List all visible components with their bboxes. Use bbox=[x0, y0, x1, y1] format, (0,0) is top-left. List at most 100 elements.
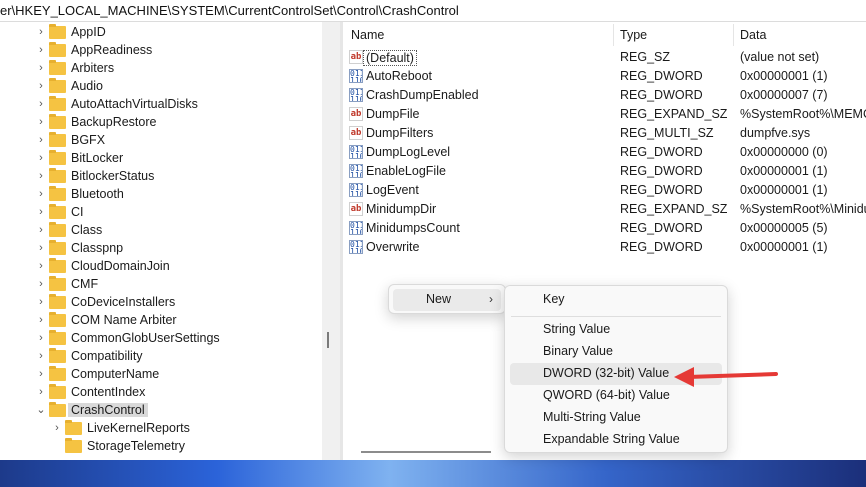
submenu-item-binary-value[interactable]: Binary Value bbox=[510, 341, 722, 363]
folder-icon bbox=[49, 60, 66, 75]
chevron-right-icon[interactable]: › bbox=[36, 279, 46, 290]
tree-item[interactable]: › COM Name Arbiter bbox=[0, 312, 322, 330]
tree-item-label: AppID bbox=[71, 25, 106, 39]
chevron-right-icon[interactable]: › bbox=[36, 117, 46, 128]
tree-item[interactable]: › BackupRestore bbox=[0, 114, 322, 132]
table-row[interactable]: 011 110EnableLogFile REG_DWORD 0x00000001 … bbox=[343, 162, 866, 181]
cell-name: LogEvent bbox=[366, 183, 419, 197]
chevron-down-icon[interactable]: ⌄ bbox=[36, 405, 46, 416]
tree-item[interactable]: › AppID bbox=[0, 24, 322, 42]
desktop-wallpaper-strip bbox=[0, 460, 866, 487]
column-header-data[interactable]: Data bbox=[740, 28, 766, 42]
chevron-right-icon[interactable]: › bbox=[36, 189, 46, 200]
chevron-right-icon[interactable]: › bbox=[36, 81, 46, 92]
chevron-right-icon[interactable]: › bbox=[36, 153, 46, 164]
folder-icon bbox=[49, 402, 66, 417]
submenu-item-key[interactable]: Key bbox=[510, 289, 722, 311]
column-header-type[interactable]: Type bbox=[620, 28, 647, 42]
chevron-right-icon[interactable]: › bbox=[36, 369, 46, 380]
table-row[interactable]: ab (Default) REG_SZ (value not set) bbox=[343, 48, 866, 67]
cell-type: REG_DWORD bbox=[620, 183, 703, 197]
tree-item-label: Arbiters bbox=[71, 61, 115, 75]
cell-type: REG_DWORD bbox=[620, 88, 703, 102]
tree-scrollbar-thumb[interactable] bbox=[327, 332, 329, 348]
table-row[interactable]: 011 110CrashDumpEnabled REG_DWORD 0x000000… bbox=[343, 86, 866, 105]
tree-item[interactable]: › AppReadiness bbox=[0, 42, 322, 60]
chevron-right-icon[interactable]: › bbox=[36, 297, 46, 308]
cell-name: CrashDumpEnabled bbox=[366, 88, 479, 102]
table-row[interactable]: 011 110MinidumpsCount REG_DWORD 0x00000005… bbox=[343, 219, 866, 238]
tree-item[interactable]: › CoDeviceInstallers bbox=[0, 294, 322, 312]
table-row[interactable]: 011 110AutoReboot REG_DWORD 0x00000001 (1) bbox=[343, 67, 866, 86]
cell-name: AutoReboot bbox=[366, 69, 433, 83]
table-row[interactable]: abDumpFile REG_EXPAND_SZ %SystemRoot%\MEMO… bbox=[343, 105, 866, 124]
cell-data: dumpfve.sys bbox=[740, 126, 811, 140]
table-row[interactable]: 011 110Overwrite REG_DWORD 0x00000001 (1) bbox=[343, 238, 866, 257]
tree-item-label: CI bbox=[71, 205, 84, 219]
tree-item[interactable]: StorageTelemetry bbox=[0, 438, 322, 456]
table-row[interactable]: 011 110LogEvent REG_DWORD 0x00000001 (1) bbox=[343, 181, 866, 200]
tree-item[interactable]: › CMF bbox=[0, 276, 322, 294]
chevron-right-icon[interactable]: › bbox=[36, 171, 46, 182]
tree-item[interactable]: › Audio bbox=[0, 78, 322, 96]
string-value-icon: ab bbox=[349, 202, 363, 216]
string-value-icon: ab bbox=[349, 107, 363, 121]
list-scrollbar-thumb[interactable] bbox=[361, 451, 491, 453]
binary-value-icon: 011 110 bbox=[349, 183, 363, 197]
tree-item[interactable]: ⌄ CrashControl bbox=[0, 402, 322, 420]
tree-item-label: CrashControl bbox=[68, 403, 148, 417]
chevron-right-icon[interactable]: › bbox=[36, 207, 46, 218]
tree-item[interactable]: › ComputerName bbox=[0, 366, 322, 384]
menu-item-new[interactable]: New › bbox=[393, 289, 501, 311]
tree-item[interactable]: › ContentIndex bbox=[0, 384, 322, 402]
tree-item[interactable]: › Bluetooth bbox=[0, 186, 322, 204]
chevron-right-icon[interactable]: › bbox=[36, 135, 46, 146]
tree-item[interactable]: › CI bbox=[0, 204, 322, 222]
tree-item-label: ComputerName bbox=[71, 367, 160, 381]
chevron-right-icon[interactable]: › bbox=[52, 423, 62, 434]
chevron-right-icon[interactable]: › bbox=[36, 45, 46, 56]
tree-item[interactable]: › Classpnp bbox=[0, 240, 322, 258]
column-separator[interactable] bbox=[733, 24, 734, 46]
submenu-item-multi-string-value[interactable]: Multi-String Value bbox=[510, 407, 722, 429]
tree-item[interactable]: › CommonGlobUserSettings bbox=[0, 330, 322, 348]
chevron-right-icon[interactable]: › bbox=[36, 315, 46, 326]
tree-item[interactable]: › Class bbox=[0, 222, 322, 240]
address-bar[interactable]: er\HKEY_LOCAL_MACHINE\SYSTEM\CurrentCont… bbox=[0, 0, 866, 22]
chevron-right-icon[interactable]: › bbox=[36, 243, 46, 254]
tree-item-label: Audio bbox=[71, 79, 103, 93]
submenu-item-expandable-string-value[interactable]: Expandable String Value bbox=[510, 429, 722, 451]
column-header-name[interactable]: Name bbox=[351, 28, 384, 42]
table-row[interactable]: ab DumpFilters REG_MULTI_SZ dumpfve.sys bbox=[343, 124, 866, 143]
annotation-arrow-icon bbox=[674, 367, 778, 387]
chevron-right-icon[interactable]: › bbox=[36, 387, 46, 398]
tree-item[interactable]: › CloudDomainJoin bbox=[0, 258, 322, 276]
column-separator[interactable] bbox=[613, 24, 614, 46]
chevron-right-icon[interactable]: › bbox=[36, 225, 46, 236]
tree-item-label: Class bbox=[71, 223, 103, 237]
chevron-right-icon[interactable]: › bbox=[36, 63, 46, 74]
folder-icon bbox=[49, 294, 66, 309]
chevron-right-icon[interactable]: › bbox=[36, 27, 46, 38]
cell-data: 0x00000001 (1) bbox=[740, 240, 828, 254]
context-menu: New › bbox=[388, 284, 506, 314]
tree-item[interactable]: › Arbiters bbox=[0, 60, 322, 78]
tree-item[interactable]: › BitlockerStatus bbox=[0, 168, 322, 186]
tree-item[interactable]: › BitLocker bbox=[0, 150, 322, 168]
tree-item[interactable]: › Compatibility bbox=[0, 348, 322, 366]
submenu-item-string-value[interactable]: String Value bbox=[510, 319, 722, 341]
chevron-right-icon[interactable]: › bbox=[36, 261, 46, 272]
chevron-right-icon[interactable]: › bbox=[36, 333, 46, 344]
tree-item[interactable]: › AutoAttachVirtualDisks bbox=[0, 96, 322, 114]
tree-item[interactable]: › BGFX bbox=[0, 132, 322, 150]
cell-type: REG_DWORD bbox=[620, 69, 703, 83]
tree-item[interactable]: › LiveKernelReports bbox=[0, 420, 322, 438]
folder-icon bbox=[49, 168, 66, 183]
tree-scrollbar[interactable] bbox=[322, 22, 340, 460]
cell-type: REG_DWORD bbox=[620, 221, 703, 235]
chevron-right-icon[interactable]: › bbox=[36, 99, 46, 110]
chevron-right-icon[interactable]: › bbox=[36, 351, 46, 362]
table-row[interactable]: 011 110DumpLogLevel REG_DWORD 0x00000000 (… bbox=[343, 143, 866, 162]
table-row[interactable]: ab MinidumpDir REG_EXPAND_SZ %SystemRoot%\M… bbox=[343, 200, 866, 219]
folder-icon bbox=[49, 42, 66, 57]
